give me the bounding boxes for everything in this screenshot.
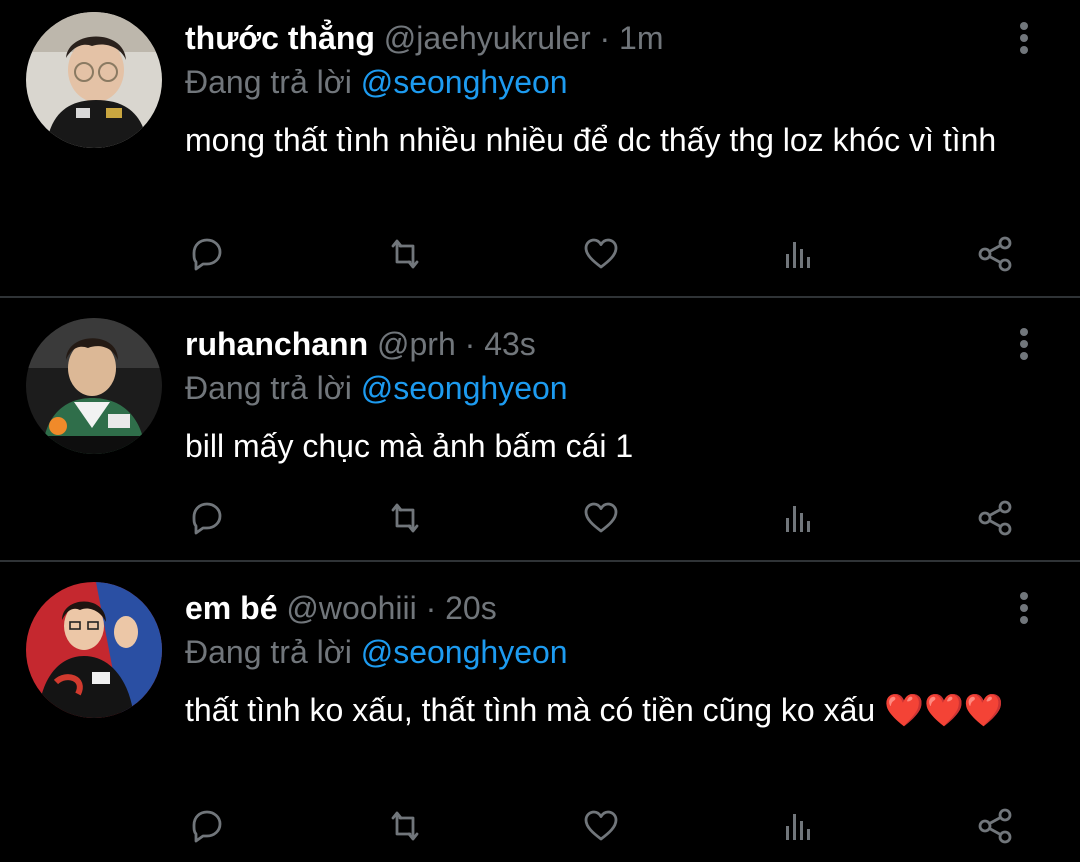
retweet-button[interactable]: [383, 804, 427, 848]
analytics-icon: [786, 242, 810, 268]
reply-button[interactable]: [185, 232, 229, 276]
more-options-button[interactable]: [1008, 324, 1040, 364]
tweet[interactable]: em bé @woohiii · 20s Đang trả lời @seong…: [0, 562, 1080, 862]
tweet-header: em bé @woohiii · 20s: [185, 588, 497, 628]
mention-link[interactable]: @seonghyeon: [361, 370, 568, 406]
like-icon: [584, 502, 618, 533]
reply-icon: [192, 238, 222, 271]
analytics-icon: [786, 506, 810, 532]
replying-to-label: Đang trả lời: [185, 64, 352, 100]
heart-emoji: ❤️❤️❤️: [884, 692, 1004, 728]
separator-dot: ·: [425, 590, 437, 626]
share-icon: [978, 236, 1012, 272]
retweet-icon: [391, 239, 419, 269]
analytics-icon: [786, 814, 810, 840]
like-icon: [584, 810, 618, 841]
avatar[interactable]: [26, 318, 162, 454]
share-button[interactable]: [973, 232, 1017, 276]
more-options-button[interactable]: [1008, 18, 1040, 58]
tweet-text-content: thất tình ko xấu, thất tình mà có tiền c…: [185, 692, 876, 728]
reply-button[interactable]: [185, 496, 229, 540]
reply-icon: [192, 502, 222, 535]
like-button[interactable]: [579, 232, 623, 276]
tweet[interactable]: ruhanchann @prh · 43s Đang trả lời @seon…: [0, 298, 1080, 560]
share-button[interactable]: [973, 804, 1017, 848]
mention-link[interactable]: @seonghyeon: [361, 634, 568, 670]
user-handle[interactable]: @woohiii: [286, 590, 416, 626]
more-icon: [1020, 592, 1028, 624]
retweet-button[interactable]: [383, 496, 427, 540]
avatar-photo: [26, 582, 162, 718]
tweet-text: bill mấy chục mà ảnh bấm cái 1: [185, 428, 634, 464]
reply-button[interactable]: [185, 804, 229, 848]
reply-icon: [192, 810, 222, 843]
display-name[interactable]: em bé: [185, 590, 277, 626]
user-handle[interactable]: @prh: [377, 326, 456, 362]
avatar[interactable]: [26, 12, 162, 148]
analytics-button[interactable]: [775, 496, 819, 540]
tweet-text: thất tình ko xấu, thất tình mà có tiền c…: [185, 688, 1055, 732]
retweet-button[interactable]: [383, 232, 427, 276]
retweet-icon: [391, 811, 419, 841]
like-icon: [584, 238, 618, 269]
avatar-photo: [26, 12, 162, 148]
tweet[interactable]: thước thẳng @jaehyukruler · 1m Đang trả …: [0, 0, 1080, 296]
like-button[interactable]: [579, 496, 623, 540]
tweet-text: mong thất tình nhiều nhiều để dc thấy th…: [185, 122, 997, 158]
retweet-icon: [391, 503, 419, 533]
user-handle[interactable]: @jaehyukruler: [384, 20, 591, 56]
replying-to: Đang trả lời @seonghyeon: [185, 62, 568, 102]
like-button[interactable]: [579, 804, 623, 848]
display-name[interactable]: thước thẳng: [185, 20, 375, 56]
share-icon: [978, 500, 1012, 536]
share-button[interactable]: [973, 496, 1017, 540]
share-icon: [978, 808, 1012, 844]
replying-to-label: Đang trả lời: [185, 634, 352, 670]
tweet-header: ruhanchann @prh · 43s: [185, 324, 536, 364]
timestamp[interactable]: 1m: [619, 20, 663, 56]
timestamp[interactable]: 43s: [484, 326, 536, 362]
mention-link[interactable]: @seonghyeon: [361, 64, 568, 100]
action-bar: [185, 804, 1035, 848]
analytics-button[interactable]: [775, 232, 819, 276]
avatar[interactable]: [26, 582, 162, 718]
replying-to: Đang trả lời @seonghyeon: [185, 368, 568, 408]
replying-to-label: Đang trả lời: [185, 370, 352, 406]
more-options-button[interactable]: [1008, 588, 1040, 628]
avatar-photo: [26, 318, 162, 454]
separator-dot: ·: [599, 20, 611, 56]
action-bar: [185, 496, 1035, 540]
replying-to: Đang trả lời @seonghyeon: [185, 632, 568, 672]
separator-dot: ·: [464, 326, 476, 362]
more-icon: [1020, 328, 1028, 360]
display-name[interactable]: ruhanchann: [185, 326, 368, 362]
analytics-button[interactable]: [775, 804, 819, 848]
timestamp[interactable]: 20s: [445, 590, 497, 626]
action-bar: [185, 232, 1035, 276]
reply-feed: thước thẳng @jaehyukruler · 1m Đang trả …: [0, 0, 1080, 862]
more-icon: [1020, 22, 1028, 54]
tweet-header: thước thẳng @jaehyukruler · 1m: [185, 18, 663, 58]
